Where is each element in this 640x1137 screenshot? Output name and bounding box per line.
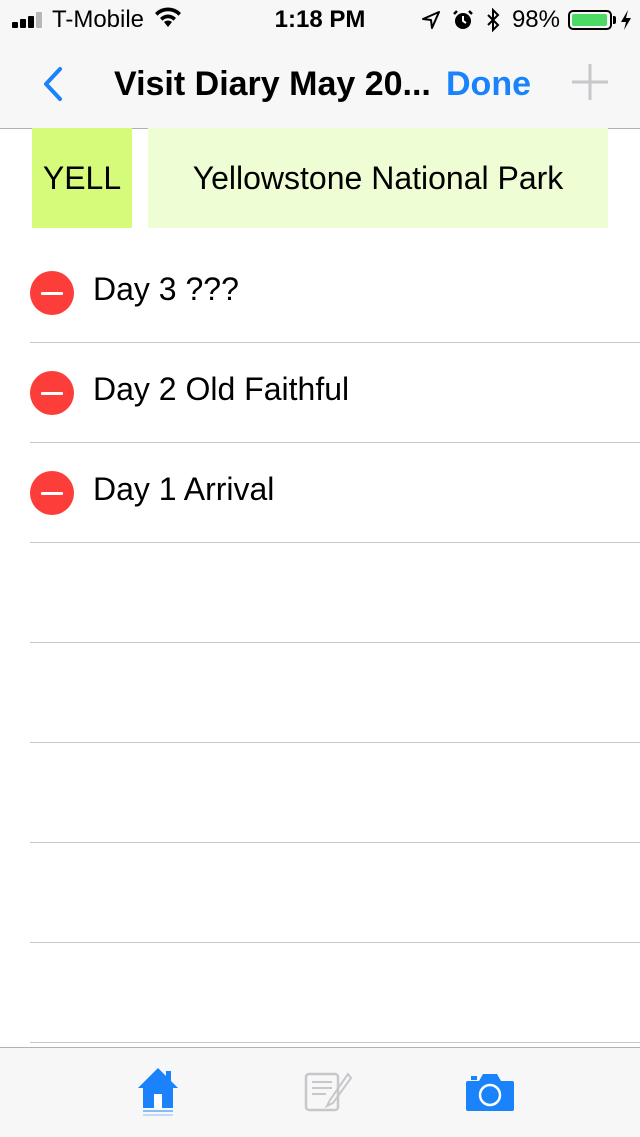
charging-icon — [620, 9, 632, 31]
diary-entry-list: Day 3 ??? Day 2 Old Faithful Day 1 Arriv… — [0, 243, 640, 1043]
battery-icon — [568, 10, 616, 30]
home-icon — [138, 1068, 178, 1116]
add-button[interactable] — [570, 62, 610, 102]
done-button[interactable]: Done — [446, 64, 531, 104]
alarm-icon — [452, 9, 474, 31]
status-right-group: 98% — [410, 6, 632, 34]
delete-icon[interactable] — [30, 471, 74, 515]
notes-icon — [304, 1072, 352, 1112]
tab-home[interactable] — [128, 1066, 188, 1118]
park-code-badge: YELL — [32, 128, 132, 228]
battery-percent: 98% — [511, 6, 560, 33]
tab-camera[interactable] — [460, 1066, 520, 1118]
camera-icon — [466, 1074, 514, 1111]
delete-icon[interactable] — [30, 371, 74, 415]
list-item[interactable]: Day 1 Arrival — [30, 443, 640, 543]
back-button[interactable] — [36, 66, 72, 102]
tab-bar — [0, 1047, 640, 1137]
list-item[interactable]: Day 2 Old Faithful — [30, 343, 640, 443]
list-item[interactable]: Day 3 ??? — [30, 243, 640, 343]
empty-row — [30, 743, 640, 843]
empty-row — [30, 543, 640, 643]
entry-label: Day 1 Arrival — [93, 471, 275, 507]
park-name: Yellowstone National Park — [148, 128, 608, 228]
plus-icon — [572, 64, 608, 100]
page-title: Visit Diary May 20... — [114, 65, 431, 103]
empty-row — [30, 943, 640, 1043]
status-bar: T-Mobile 1:18 PM 98% — [0, 0, 640, 40]
navigation-bar: Visit Diary May 20... Done — [0, 40, 640, 129]
delete-icon[interactable] — [30, 271, 74, 315]
empty-row — [30, 843, 640, 943]
tab-notes[interactable] — [296, 1066, 356, 1118]
entry-label: Day 3 ??? — [93, 271, 239, 307]
empty-row — [30, 643, 640, 743]
bluetooth-icon — [486, 8, 500, 32]
chevron-left-icon — [44, 67, 62, 101]
entry-label: Day 2 Old Faithful — [93, 371, 350, 407]
location-icon — [421, 11, 440, 29]
